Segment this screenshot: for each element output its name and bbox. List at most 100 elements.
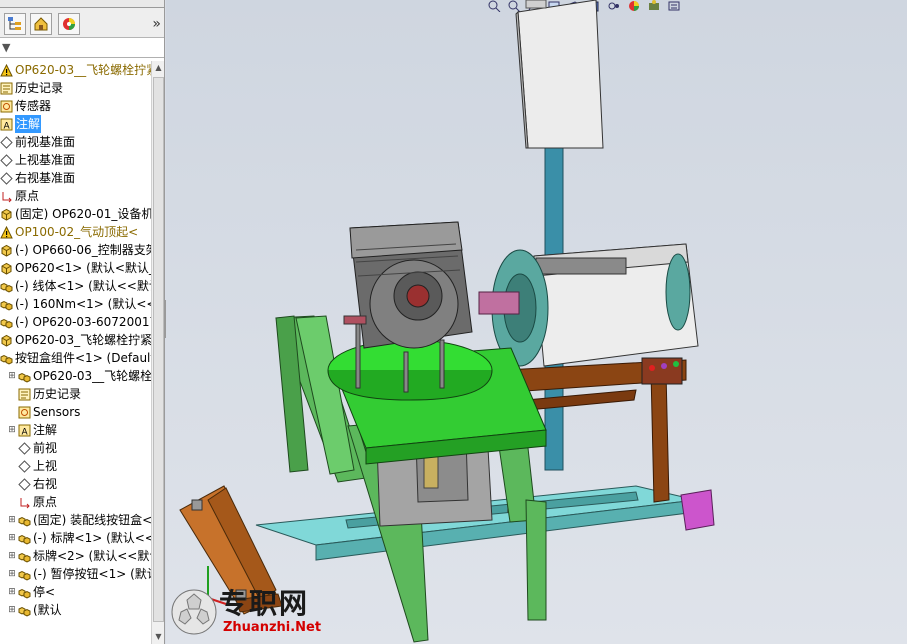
tree-item[interactable]: (-) 线体<1> (默认<<默认 bbox=[0, 277, 151, 295]
tree-item[interactable]: 上视 bbox=[0, 457, 57, 475]
warning-icon bbox=[0, 63, 13, 77]
tree-item-label: 原点 bbox=[33, 495, 58, 509]
svg-text:A: A bbox=[4, 121, 11, 131]
tree-expander-icon[interactable]: ⊞ bbox=[6, 569, 18, 579]
tree-expander-icon[interactable]: ⊞ bbox=[6, 533, 18, 543]
watermark-url: Zhuanzhi.Net bbox=[223, 620, 322, 635]
plane-icon bbox=[18, 441, 31, 455]
display-manager-tab[interactable] bbox=[58, 13, 80, 35]
assembly-icon bbox=[18, 370, 31, 383]
graphics-viewport[interactable]: 专职网 Zhuanzhi.Net bbox=[166, 0, 907, 644]
tree-item[interactable]: (-) 160Nm<1> (默认<< bbox=[0, 295, 151, 313]
property-icon bbox=[34, 17, 48, 31]
tree-item[interactable]: OP100-02_气动顶起< bbox=[0, 223, 138, 241]
plane-icon bbox=[0, 171, 13, 185]
sensor-icon bbox=[18, 406, 31, 419]
tree-expander-icon[interactable]: ⊞ bbox=[6, 605, 18, 615]
part-icon bbox=[0, 244, 13, 257]
tree-item[interactable]: 历史记录 bbox=[0, 385, 81, 403]
tree-item[interactable]: ⊞ (默认 bbox=[0, 601, 62, 619]
tree-item[interactable]: ⊞ (-) 标牌<1> (默认<< bbox=[0, 529, 151, 547]
tree-item[interactable]: ⊞ A 注解 bbox=[0, 421, 57, 439]
watermark-logo-icon bbox=[171, 589, 217, 635]
tree-item[interactable]: A 注解 bbox=[0, 115, 42, 133]
feature-manager-panel: » ▼ OP620-03__飞轮螺栓拧紧 历史记录 传感器 A 注解 前视基准面 上视基准面… bbox=[0, 0, 165, 644]
tree-item[interactable]: (固定) OP620-01_设备机 bbox=[0, 205, 151, 223]
assembly-icon bbox=[0, 298, 13, 311]
tree-item-label: (默认 bbox=[33, 603, 62, 617]
feature-manager-tab[interactable] bbox=[4, 13, 26, 35]
origin-icon bbox=[18, 496, 31, 509]
tree-item-label: 原点 bbox=[15, 189, 40, 203]
assembly-icon bbox=[18, 550, 31, 563]
tree-scrollbar[interactable]: ▲ ▼ bbox=[151, 61, 164, 644]
tree-item[interactable]: (-) OP660-06_控制器支架 bbox=[0, 241, 151, 259]
part-icon bbox=[0, 208, 13, 221]
scroll-down-arrow-icon[interactable]: ▼ bbox=[152, 630, 164, 644]
assembly-icon bbox=[0, 280, 13, 293]
tree-item[interactable]: ⊞ (-) 暂停按钮<1> (默认 bbox=[0, 565, 151, 583]
tree-item[interactable]: 前视 bbox=[0, 439, 57, 457]
assembly-icon bbox=[18, 514, 31, 527]
tree-expander-icon[interactable]: ⊞ bbox=[6, 515, 18, 525]
tree-item-label: 右视基准面 bbox=[15, 171, 76, 185]
tree-item[interactable]: 原点 bbox=[0, 187, 39, 205]
tree-item-label: (-) 160Nm<1> (默认<< bbox=[15, 297, 151, 311]
tree-item-label: 右视 bbox=[33, 477, 58, 491]
tree-item[interactable]: 传感器 bbox=[0, 97, 51, 115]
tree-item[interactable]: ⊞ 标牌<2> (默认<<默认 bbox=[0, 547, 151, 565]
origin-icon bbox=[0, 190, 13, 203]
tree-item-label: Sensors bbox=[33, 405, 81, 419]
tree-item[interactable]: 右视基准面 bbox=[0, 169, 75, 187]
warning-part-icon bbox=[0, 225, 13, 239]
magenta-support-block[interactable] bbox=[680, 489, 715, 531]
tree-item[interactable]: 原点 bbox=[0, 493, 57, 511]
tree-item[interactable]: Sensors bbox=[0, 403, 80, 421]
tree-filter-input[interactable]: ▼ bbox=[0, 38, 164, 58]
tree-item-label: 前视基准面 bbox=[15, 135, 76, 149]
tree-item[interactable]: (-) OP620-03-60720017 bbox=[0, 313, 151, 331]
tree-expander-icon[interactable]: ⊞ bbox=[6, 551, 18, 561]
scroll-thumb[interactable] bbox=[153, 77, 164, 622]
tree-expander-icon[interactable]: ⊞ bbox=[6, 371, 18, 381]
tree-item-label: (-) 线体<1> (默认<<默认 bbox=[15, 279, 151, 293]
tree-item-label: OP620-03__飞轮螺栓拧紧 bbox=[15, 63, 151, 77]
tree-item[interactable]: OP620-03_飞轮螺栓拧紧 bbox=[0, 331, 151, 349]
part-icon bbox=[0, 262, 13, 275]
tree-item[interactable]: OP620<1> (默认<默认_ bbox=[0, 259, 151, 277]
panel-expand-icon[interactable]: » bbox=[152, 17, 161, 31]
tree-item[interactable]: 按钮盒组件<1> (Default bbox=[0, 349, 151, 367]
plane-icon bbox=[0, 153, 13, 167]
tree-item-label: 传感器 bbox=[15, 99, 52, 113]
tree-item[interactable]: 前视基准面 bbox=[0, 133, 75, 151]
tree-item[interactable]: 右视 bbox=[0, 475, 57, 493]
engine-block[interactable] bbox=[343, 221, 473, 349]
filter-icon: ▼ bbox=[2, 41, 11, 54]
property-manager-tab[interactable] bbox=[30, 13, 52, 35]
panel-tab-bar: » bbox=[0, 8, 164, 38]
assembly-icon bbox=[18, 604, 31, 617]
part-icon bbox=[0, 334, 13, 347]
watermark: 专职网 Zhuanzhi.Net bbox=[171, 580, 346, 642]
tree-item[interactable]: 历史记录 bbox=[0, 79, 63, 97]
tree-item-label: OP620-03_飞轮螺栓拧紧 bbox=[15, 333, 151, 347]
tree-item-label: 前视 bbox=[33, 441, 58, 455]
tree-item-label: (-) 暂停按钮<1> (默认 bbox=[33, 567, 151, 581]
3d-assembly-model[interactable] bbox=[166, 0, 907, 644]
tree-item-label: 注解 bbox=[15, 115, 42, 133]
tree-item-label: OP620<1> (默认<默认_ bbox=[15, 261, 151, 275]
assembly-icon bbox=[18, 586, 31, 599]
tree-icon bbox=[8, 17, 21, 30]
tree-item-label: 标牌<2> (默认<<默认 bbox=[33, 549, 151, 563]
assembly-icon bbox=[18, 532, 31, 545]
tree-item[interactable]: ⊞ 停< bbox=[0, 583, 55, 601]
tree-item-label: OP100-02_气动顶起< bbox=[15, 225, 139, 239]
scroll-up-arrow-icon[interactable]: ▲ bbox=[152, 61, 164, 75]
tree-item[interactable]: ⊞ (固定) 装配线按钮盒< bbox=[0, 511, 151, 529]
tree-item[interactable]: OP620-03__飞轮螺栓拧紧 bbox=[0, 61, 151, 79]
tree-expander-icon[interactable]: ⊞ bbox=[6, 587, 18, 597]
tree-expander-icon[interactable]: ⊞ bbox=[6, 425, 18, 435]
tree-item[interactable]: ⊞ OP620-03__飞轮螺栓 bbox=[0, 367, 151, 385]
tree-item-label: 按钮盒组件<1> (Default bbox=[15, 351, 151, 365]
tree-item[interactable]: 上视基准面 bbox=[0, 151, 75, 169]
